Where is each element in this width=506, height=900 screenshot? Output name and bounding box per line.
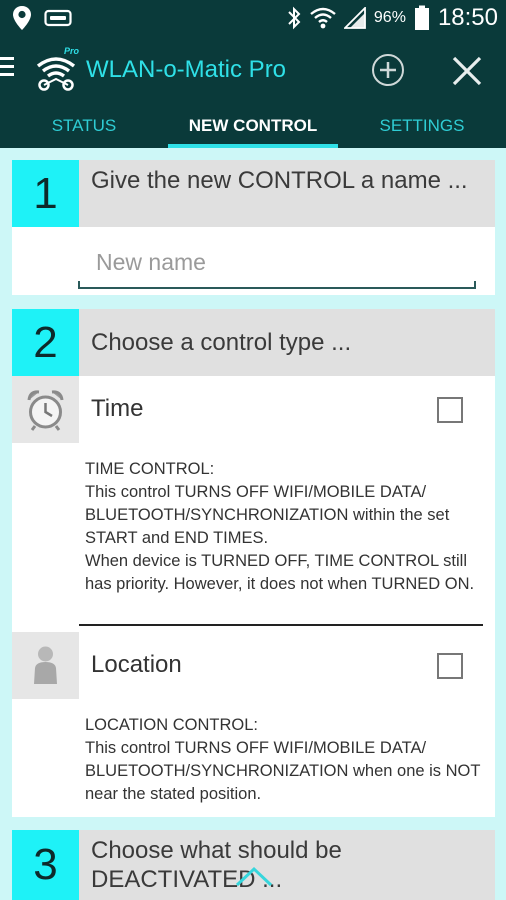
tab-status[interactable]: STATUS bbox=[0, 104, 168, 148]
option-location-label: Location bbox=[91, 651, 182, 678]
app-title: WLAN-o-Matic Pro bbox=[86, 56, 287, 83]
option-time-description: TIME CONTROL: This control TURNS OFF WIF… bbox=[85, 460, 475, 593]
step-1-card: 1 Give the new CONTROL a name ... bbox=[12, 160, 495, 295]
option-location-row[interactable]: Location bbox=[12, 632, 495, 699]
cell-signal-icon bbox=[343, 7, 366, 29]
scroll-up-icon[interactable] bbox=[234, 864, 274, 888]
option-time-checkbox[interactable] bbox=[437, 397, 463, 423]
tab-new-control[interactable]: NEW CONTROL bbox=[168, 104, 338, 148]
battery-percent: 96% bbox=[373, 9, 406, 26]
option-divider bbox=[79, 624, 483, 626]
name-field-wrapper bbox=[78, 243, 476, 289]
step-3-number: 3 bbox=[12, 830, 79, 900]
location-pin-icon bbox=[13, 6, 31, 30]
step-2-header: 2 Choose a control type ... bbox=[12, 309, 495, 376]
name-input-underline bbox=[78, 281, 476, 289]
option-time-row[interactable]: Time bbox=[12, 376, 495, 443]
clock-time: 18:50 bbox=[437, 4, 498, 31]
tab-settings[interactable]: SETTINGS bbox=[338, 104, 506, 148]
menu-icon[interactable] bbox=[0, 57, 16, 83]
person-icon bbox=[34, 646, 57, 684]
tab-bar: STATUS NEW CONTROL SETTINGS bbox=[0, 104, 506, 148]
app-bar: Pro WLAN-o-Matic Pro bbox=[0, 36, 506, 104]
step-2-number: 2 bbox=[12, 309, 79, 376]
storage-card-icon bbox=[44, 9, 72, 27]
add-button[interactable] bbox=[370, 52, 406, 88]
option-time-label: Time bbox=[91, 395, 144, 422]
alarm-clock-icon bbox=[27, 390, 64, 431]
close-button[interactable] bbox=[450, 54, 484, 88]
app-logo-icon: Pro bbox=[36, 46, 80, 91]
step-1-title: Give the new CONTROL a name ... bbox=[91, 167, 468, 194]
option-time-icon-box bbox=[12, 376, 79, 443]
step-1-number: 1 bbox=[12, 160, 79, 227]
battery-icon bbox=[414, 5, 429, 30]
wifi-signal-icon bbox=[310, 7, 336, 29]
step-2-card: 2 Choose a control type ... Time TIME CO… bbox=[12, 309, 495, 817]
step-3-title: Choose what should be DEACTIVATED ... bbox=[91, 837, 342, 893]
step-1-header: 1 Give the new CONTROL a name ... bbox=[12, 160, 495, 227]
bluetooth-icon bbox=[288, 6, 301, 30]
status-bar: 96% 18:50 bbox=[0, 0, 506, 36]
step-2-title: Choose a control type ... bbox=[91, 329, 352, 356]
app-logo-badge: Pro bbox=[64, 46, 80, 56]
option-location-checkbox[interactable] bbox=[437, 653, 463, 679]
option-location-icon-box bbox=[12, 632, 79, 699]
option-location-description: LOCATION CONTROL: This control TURNS OFF… bbox=[85, 716, 481, 803]
new-name-input[interactable] bbox=[78, 243, 476, 281]
